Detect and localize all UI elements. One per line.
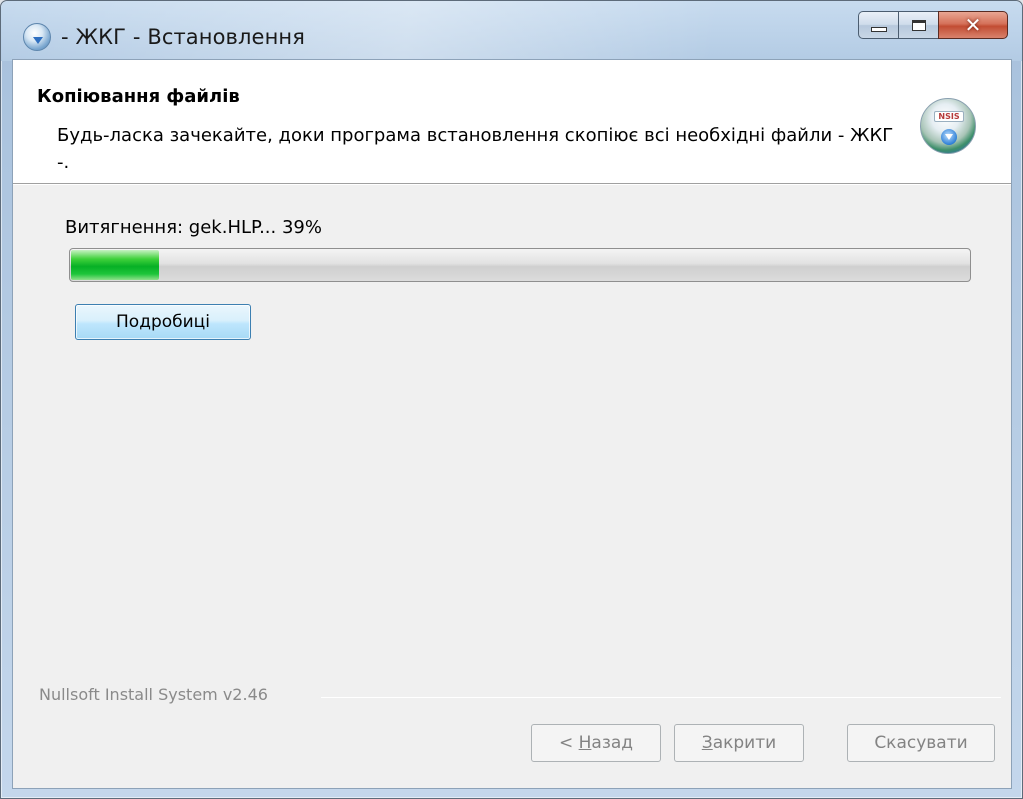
- page-title: Копіювання файлів: [37, 86, 240, 107]
- close-button-mnemonic: З: [701, 733, 713, 753]
- page-header: Копіювання файлів Будь-ласка зачекайте, …: [13, 60, 1011, 185]
- maximize-button[interactable]: [898, 11, 938, 39]
- close-icon: ✕: [964, 13, 982, 37]
- maximize-icon: [911, 19, 926, 31]
- details-button[interactable]: Подробиці: [75, 304, 251, 340]
- installer-window: - ЖКГ - Встановлення ✕ Копіювання файлів…: [0, 0, 1023, 799]
- close-button[interactable]: Закрити: [674, 724, 804, 762]
- nsis-branding-text: Nullsoft Install System v2.46: [39, 685, 268, 704]
- installer-client-area: Копіювання файлів Будь-ласка зачекайте, …: [12, 59, 1012, 789]
- installer-globe-icon[interactable]: [23, 23, 51, 51]
- minimize-button[interactable]: [858, 11, 898, 39]
- caption-buttons: ✕: [858, 11, 1008, 41]
- nsis-installer-icon: NSIS: [920, 98, 976, 154]
- title-bar[interactable]: - ЖКГ - Встановлення ✕: [1, 1, 1022, 61]
- back-button-prefix: <: [558, 733, 579, 753]
- minimize-icon: [870, 27, 887, 32]
- progress-bar: [69, 248, 971, 282]
- nsis-badge: NSIS: [934, 111, 964, 122]
- back-button[interactable]: < Назад: [531, 724, 661, 762]
- download-arrow-icon: [941, 129, 957, 145]
- branding-divider: [321, 697, 1001, 698]
- close-window-button[interactable]: ✕: [938, 11, 1008, 39]
- extraction-status: Витягнення: gek.HLP... 39%: [65, 217, 322, 238]
- close-button-rest: акрити: [712, 733, 777, 753]
- progress-bar-fill: [71, 250, 159, 280]
- cancel-button[interactable]: Скасувати: [847, 724, 995, 762]
- page-description: Будь-ласка зачекайте, доки програма вста…: [57, 125, 894, 173]
- window-title: - ЖКГ - Встановлення: [61, 25, 305, 49]
- back-button-mnemonic: Н: [578, 733, 592, 753]
- back-button-rest: азад: [591, 733, 634, 753]
